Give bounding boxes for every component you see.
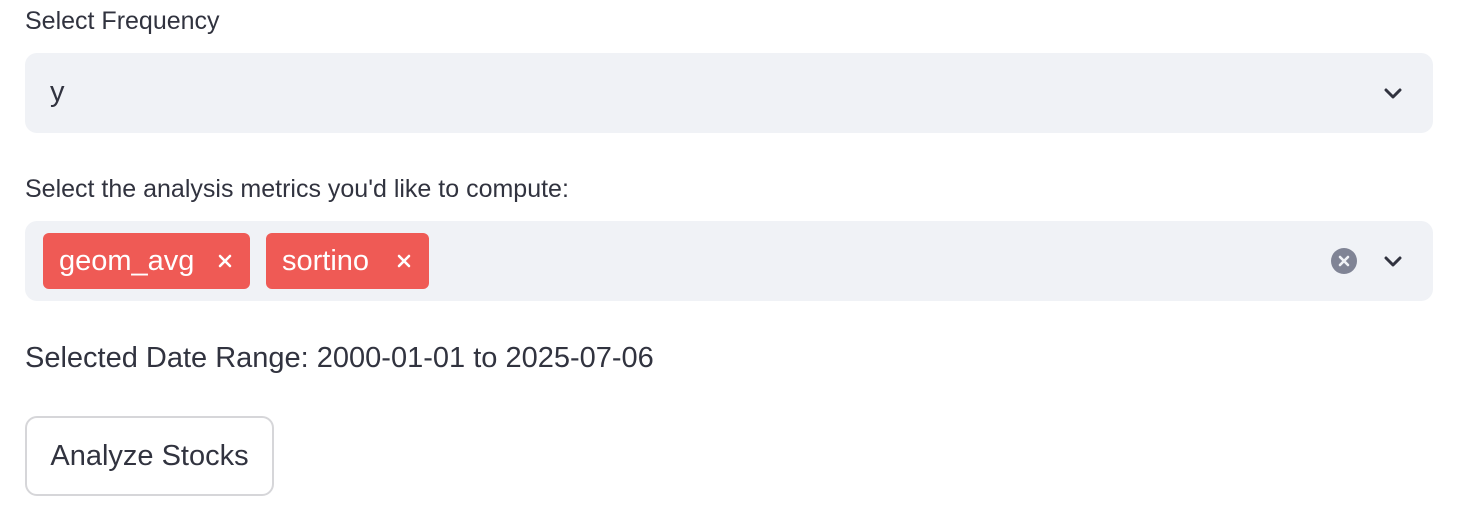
metric-tag-sortino: sortino [266, 233, 429, 289]
clear-circle-icon[interactable] [1331, 248, 1357, 274]
metric-tag-label: geom_avg [59, 245, 195, 277]
close-icon[interactable] [215, 251, 235, 271]
metric-tag-geom-avg: geom_avg [43, 233, 250, 289]
stock-analysis-form: Select Frequency y Select the analysis m… [0, 0, 1474, 524]
frequency-label: Select Frequency [25, 7, 220, 35]
frequency-selected-value: y [50, 76, 65, 108]
analyze-stocks-button[interactable]: Analyze Stocks [25, 416, 274, 496]
close-icon[interactable] [394, 251, 414, 271]
chevron-down-icon[interactable] [1381, 249, 1405, 273]
metrics-label: Select the analysis metrics you'd like t… [25, 175, 569, 203]
selected-date-range: Selected Date Range: 2000-01-01 to 2025-… [25, 342, 654, 374]
frequency-select[interactable]: y [25, 53, 1433, 133]
metric-tag-label: sortino [282, 245, 370, 277]
metrics-multiselect[interactable]: geom_avg sortino [25, 221, 1433, 301]
chevron-down-icon[interactable] [1381, 81, 1405, 105]
